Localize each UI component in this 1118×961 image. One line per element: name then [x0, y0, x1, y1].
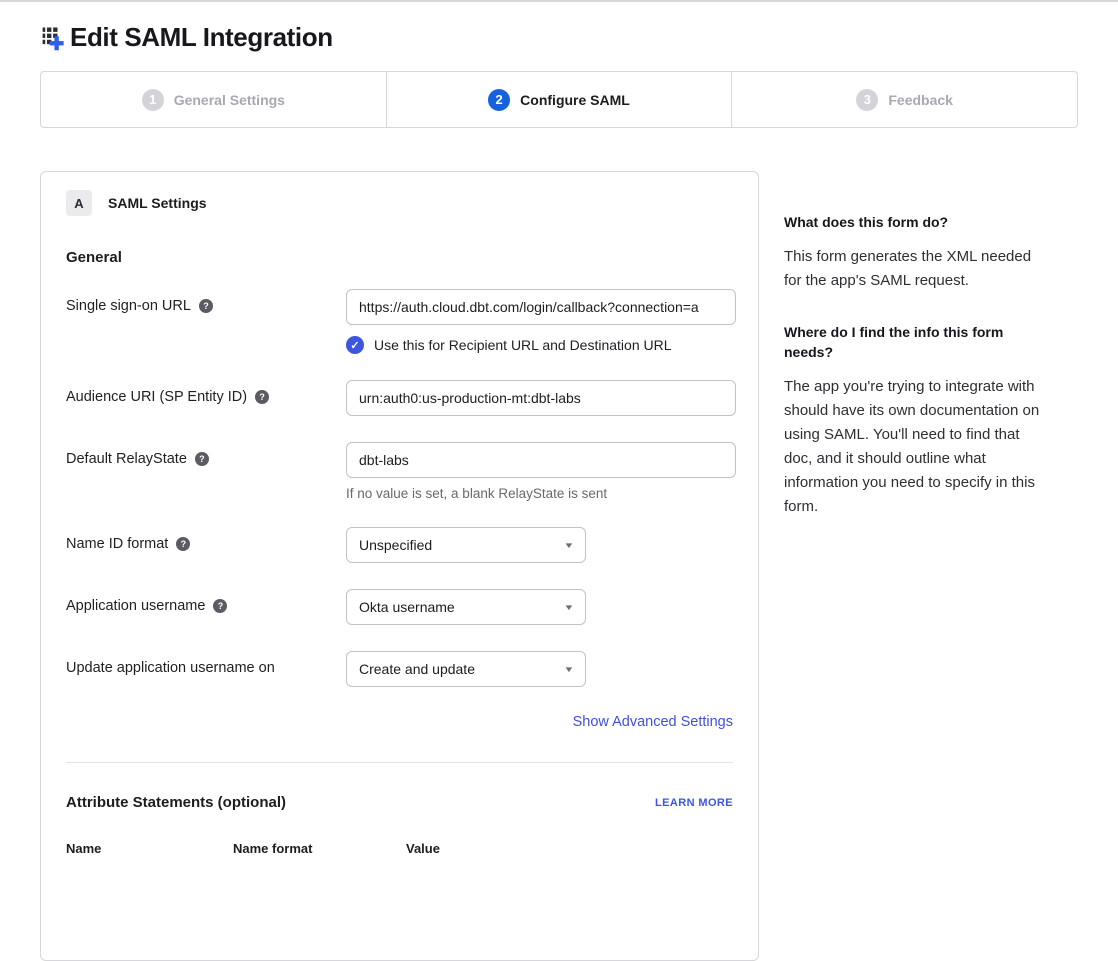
recipient-url-checkbox-label: Use this for Recipient URL and Destinati…	[374, 337, 672, 353]
sidebar-question-2: Where do I find the info this form needs…	[784, 322, 1042, 362]
form-row-relay-state: Default RelayState ? If no value is set,…	[66, 442, 733, 501]
column-header-value: Value	[406, 841, 733, 856]
relay-state-field-wrap: If no value is set, a blank RelayState i…	[346, 442, 736, 501]
step-configure-saml[interactable]: 2 Configure SAML	[386, 72, 732, 127]
relay-state-label: Default RelayState	[66, 451, 187, 467]
page-header: Edit SAML Integration	[40, 22, 1078, 53]
saml-settings-form: Single sign-on URL ? ✓ Use this for Reci…	[66, 289, 733, 731]
app-username-value: Okta username	[359, 599, 455, 615]
chevron-down-icon: ▼	[563, 603, 574, 612]
name-id-format-value: Unspecified	[359, 537, 432, 553]
step-number-badge: 1	[142, 89, 164, 111]
sidebar-answer-2: The app you're trying to integrate with …	[784, 375, 1042, 519]
saml-settings-card: A SAML Settings General Single sign-on U…	[40, 171, 759, 961]
audience-uri-label-wrap: Audience URI (SP Entity ID) ?	[66, 380, 346, 405]
wizard-stepper: 1 General Settings 2 Configure SAML 3 Fe…	[40, 71, 1078, 128]
sso-url-label: Single sign-on URL	[66, 298, 191, 314]
help-icon[interactable]: ?	[176, 537, 190, 551]
app-grid-plus-icon	[40, 24, 68, 52]
general-section-heading: General	[66, 249, 733, 266]
help-icon[interactable]: ?	[213, 599, 227, 613]
section-divider	[66, 762, 733, 763]
step-number-badge: 2	[488, 89, 510, 111]
step-label: Configure SAML	[520, 92, 630, 108]
name-id-format-select[interactable]: Unspecified ▼	[346, 527, 586, 563]
help-icon[interactable]: ?	[195, 452, 209, 466]
page-title: Edit SAML Integration	[70, 22, 333, 53]
help-icon[interactable]: ?	[199, 299, 213, 313]
show-advanced-settings-link[interactable]: Show Advanced Settings	[573, 714, 733, 730]
recipient-url-checkbox-row: ✓ Use this for Recipient URL and Destina…	[346, 336, 736, 354]
sidebar-answer-1: This form generates the XML needed for t…	[784, 245, 1042, 293]
step-number-badge: 3	[856, 89, 878, 111]
card-header: A SAML Settings	[66, 190, 733, 216]
edit-saml-integration-page: Edit SAML Integration 1 General Settings…	[0, 22, 1118, 961]
update-username-label: Update application username on	[66, 660, 275, 676]
form-row-audience-uri: Audience URI (SP Entity ID) ?	[66, 380, 733, 416]
help-sidebar: What does this form do? This form genera…	[784, 171, 1042, 548]
advanced-settings-row: Show Advanced Settings	[66, 713, 733, 731]
form-row-update-username: Update application username on Create an…	[66, 651, 733, 687]
learn-more-link[interactable]: LEARN MORE	[655, 797, 733, 809]
step-label: General Settings	[174, 92, 285, 108]
section-a-badge: A	[66, 190, 92, 216]
help-icon[interactable]: ?	[255, 390, 269, 404]
app-username-label: Application username	[66, 598, 205, 614]
step-feedback[interactable]: 3 Feedback	[731, 72, 1077, 127]
name-id-format-label: Name ID format	[66, 536, 168, 552]
app-username-select[interactable]: Okta username ▼	[346, 589, 586, 625]
column-header-name-format: Name format	[233, 841, 406, 856]
relay-state-hint: If no value is set, a blank RelayState i…	[346, 486, 736, 501]
check-icon: ✓	[350, 339, 359, 352]
sso-url-field-wrap: ✓ Use this for Recipient URL and Destina…	[346, 289, 736, 354]
form-row-app-username: Application username ? Okta username ▼	[66, 589, 733, 625]
app-username-label-wrap: Application username ?	[66, 589, 346, 614]
audience-uri-input[interactable]	[346, 380, 736, 416]
attribute-statements-heading: Attribute Statements (optional)	[66, 794, 286, 811]
update-username-select[interactable]: Create and update ▼	[346, 651, 586, 687]
attribute-statements-header: Attribute Statements (optional) LEARN MO…	[66, 794, 733, 811]
form-row-name-id-format: Name ID format ? Unspecified ▼	[66, 527, 733, 563]
sso-url-label-wrap: Single sign-on URL ?	[66, 289, 346, 314]
recipient-url-checkbox[interactable]: ✓	[346, 336, 364, 354]
sidebar-question-1: What does this form do?	[784, 212, 1042, 232]
form-row-sso-url: Single sign-on URL ? ✓ Use this for Reci…	[66, 289, 733, 354]
card-title: SAML Settings	[108, 195, 207, 211]
audience-uri-field-wrap	[346, 380, 736, 416]
step-general-settings[interactable]: 1 General Settings	[41, 72, 386, 127]
relay-state-label-wrap: Default RelayState ?	[66, 442, 346, 467]
attribute-statements-table-header: Name Name format Value	[66, 841, 733, 856]
name-id-format-label-wrap: Name ID format ?	[66, 527, 346, 552]
chevron-down-icon: ▼	[563, 665, 574, 674]
step-label: Feedback	[888, 92, 953, 108]
audience-uri-label: Audience URI (SP Entity ID)	[66, 389, 247, 405]
sso-url-input[interactable]	[346, 289, 736, 325]
column-header-name: Name	[66, 841, 233, 856]
update-username-value: Create and update	[359, 661, 475, 677]
update-username-label-wrap: Update application username on	[66, 651, 346, 676]
relay-state-input[interactable]	[346, 442, 736, 478]
chevron-down-icon: ▼	[563, 541, 574, 550]
